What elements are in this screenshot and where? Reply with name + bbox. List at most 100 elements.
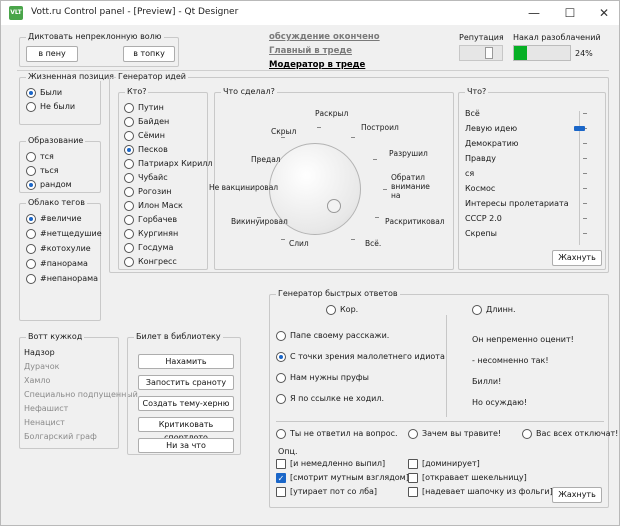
long-answer-1: - несомненно так!	[472, 356, 549, 365]
object-item-7: СССР 2.0	[465, 214, 502, 223]
quick-answers-title: Генератор быстрых ответов	[276, 289, 400, 298]
long-answer-2: Билли!	[472, 377, 502, 386]
radio-indicator[interactable]	[276, 394, 286, 404]
long-answer-3: Но осуждаю!	[472, 398, 528, 407]
vott-title: Вотт кужкод	[26, 332, 85, 341]
dial-label-3: Обратил внимание на	[391, 173, 430, 200]
slider-tick	[583, 203, 587, 204]
checkbox-box[interactable]	[408, 487, 418, 497]
radio-indicator[interactable]	[276, 373, 286, 383]
dial-tick	[317, 127, 321, 128]
radio-indicator[interactable]	[522, 429, 532, 439]
reputation-slider[interactable]	[459, 45, 503, 61]
radio-indicator[interactable]	[26, 152, 36, 162]
dial-label-2: Разрушил	[389, 149, 428, 158]
library-button-0[interactable]: Нахамить	[138, 354, 234, 369]
radio-indicator[interactable]	[124, 243, 134, 253]
checkbox-box[interactable]: ✓	[276, 473, 286, 483]
what-object-group: Что? Всё Левую идею Демократию Правду ся Косм…	[458, 87, 606, 270]
radio-indicator[interactable]	[26, 166, 36, 176]
dial-label-9: Предал	[251, 155, 281, 164]
radio-indicator[interactable]	[124, 187, 134, 197]
moderator-link[interactable]: Модератор в треде	[269, 60, 365, 70]
radio-indicator[interactable]	[276, 352, 286, 362]
radio-indicator[interactable]	[124, 215, 134, 225]
radio-indicator[interactable]	[26, 102, 36, 112]
radio-label: тся	[40, 152, 54, 161]
reputation-label: Репутация	[459, 33, 504, 42]
checkbox-box[interactable]	[408, 473, 418, 483]
vott-item-4: Нефашист	[24, 404, 69, 413]
checkbox-label: [утирает пот со лба]	[290, 487, 378, 496]
divider	[276, 421, 604, 422]
minimize-button[interactable]: —	[521, 4, 547, 22]
radio-indicator[interactable]	[124, 159, 134, 169]
quick-blast-button[interactable]: Жахнуть	[552, 487, 602, 503]
to-fire-button[interactable]: в топку	[123, 46, 175, 62]
maximize-button[interactable]: ☐	[557, 4, 583, 22]
object-item-3: Правду	[465, 154, 496, 163]
dial-notch[interactable]	[327, 199, 341, 213]
checkbox-box[interactable]	[276, 487, 286, 497]
dial-tick	[247, 189, 251, 190]
to-foam-button[interactable]: в пену	[26, 46, 78, 62]
library-button-3[interactable]: Критиковать спортлото	[138, 417, 234, 442]
radio-indicator[interactable]	[276, 429, 286, 439]
radio-label: Нам нужны пруфы	[290, 373, 369, 382]
radio-indicator[interactable]	[26, 88, 36, 98]
main-in-thread-link[interactable]: Главный в треде	[269, 46, 352, 56]
radio-indicator[interactable]	[124, 117, 134, 127]
library-title: Билет в библиотеку	[134, 332, 223, 341]
dial-label-10: Скрыл	[271, 127, 297, 136]
vott-group: Вотт кужкод Надзор Дурачок Хамло Специально…	[19, 332, 138, 449]
life-position-title: Жизненная позиция	[26, 72, 116, 81]
radio-label: Песков	[138, 145, 168, 154]
radio-indicator[interactable]	[124, 145, 134, 155]
dial-tick	[281, 137, 285, 138]
slider-tick	[583, 188, 587, 189]
object-item-8: Скрепы	[465, 229, 497, 238]
options-label: Опц.	[278, 447, 298, 456]
radio-indicator[interactable]	[26, 214, 36, 224]
checkbox-box[interactable]	[276, 459, 286, 469]
radio-indicator[interactable]	[124, 201, 134, 211]
who-title: Кто?	[125, 87, 149, 96]
progress-label: Накал разоблачений	[513, 33, 601, 42]
library-button-1[interactable]: Запостить сраноту	[138, 375, 234, 390]
object-slider-track[interactable]	[579, 111, 580, 245]
dictate-group: Диктовать непреклонную волю в пену в топ…	[19, 32, 179, 67]
library-button-4[interactable]: Ни за что	[138, 438, 234, 453]
close-button[interactable]: ✕	[591, 4, 617, 22]
title-bar[interactable]: VLT Vott.ru Control panel - [Preview] - …	[1, 1, 619, 25]
radio-label: ться	[40, 166, 59, 175]
ideas-blast-button[interactable]: Жахнуть	[552, 250, 602, 266]
library-button-2[interactable]: Создать тему-херню	[138, 396, 234, 411]
radio-indicator[interactable]	[124, 131, 134, 141]
object-slider-handle[interactable]	[574, 126, 585, 131]
dial-label-0: Раскрыл	[315, 109, 349, 118]
radio-label: Конгресс	[138, 257, 177, 266]
radio-indicator[interactable]	[124, 229, 134, 239]
object-item-1: Левую идею	[465, 124, 518, 133]
radio-indicator[interactable]	[124, 173, 134, 183]
checkbox-box[interactable]	[408, 459, 418, 469]
checkbox-label: [доминирует]	[422, 459, 480, 468]
radio-indicator[interactable]	[26, 229, 36, 239]
radio-indicator[interactable]	[26, 244, 36, 254]
radio-indicator[interactable]	[26, 180, 36, 190]
radio-indicator[interactable]	[408, 429, 418, 439]
radio-label: #нетщедушие	[40, 229, 102, 238]
radio-indicator[interactable]	[124, 103, 134, 113]
radio-indicator[interactable]	[26, 274, 36, 284]
discussion-over-link[interactable]: обсуждение окончено	[269, 32, 380, 42]
radio-label: Вас всех отключат!	[536, 429, 619, 438]
object-item-2: Демократию	[465, 139, 519, 148]
library-group: Билет в библиотеку Нахамить Запостить сра…	[127, 332, 241, 455]
radio-label: Байден	[138, 117, 170, 126]
reputation-slider-handle[interactable]	[485, 47, 494, 59]
slider-tick	[583, 113, 587, 114]
radio-label: Рогозин	[138, 187, 172, 196]
radio-indicator[interactable]	[124, 257, 134, 267]
radio-indicator[interactable]	[26, 259, 36, 269]
radio-indicator[interactable]	[276, 331, 286, 341]
